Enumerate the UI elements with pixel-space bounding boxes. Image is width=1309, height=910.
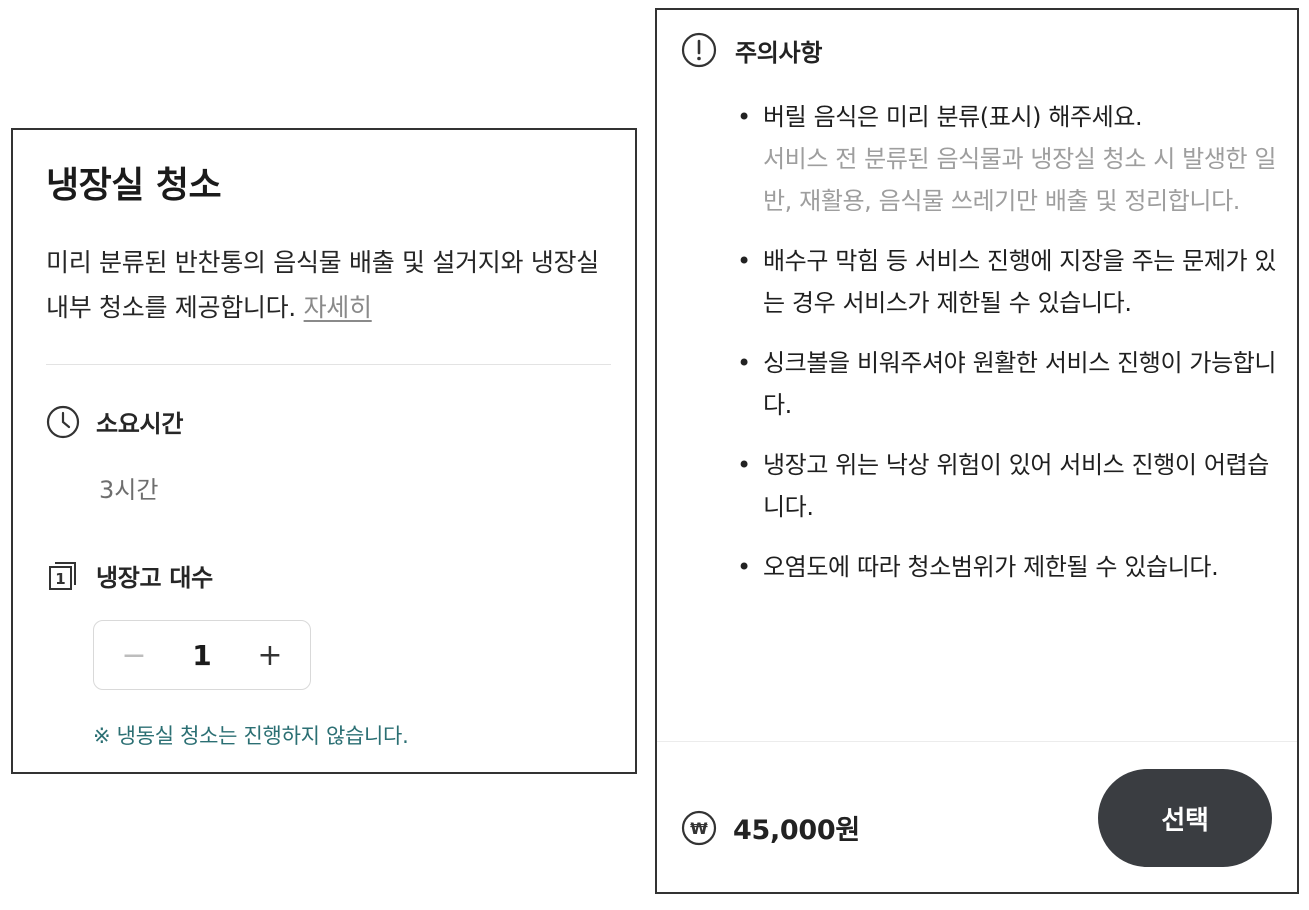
list-item: 버릴 음식은 미리 분류(표시) 해주세요. 서비스 전 분류된 음식물과 냉장… bbox=[737, 96, 1277, 222]
notice-list: 버릴 음식은 미리 분류(표시) 해주세요. 서비스 전 분류된 음식물과 냉장… bbox=[737, 96, 1277, 606]
divider bbox=[46, 364, 611, 365]
numbered-pages-icon: 1 bbox=[46, 559, 80, 593]
svg-text:1: 1 bbox=[55, 570, 65, 588]
duration-label-row: 소요시간 bbox=[46, 404, 183, 439]
more-details-link[interactable]: 자세히 bbox=[304, 293, 372, 322]
notice-item-text: 냉장고 위는 낙상 위험이 있어 서비스 진행이 어렵습니다. bbox=[763, 451, 1269, 521]
increment-button[interactable]: + bbox=[252, 637, 288, 673]
quantity-stepper: − 1 + bbox=[93, 620, 311, 690]
exclamation-circle-icon bbox=[681, 32, 717, 68]
fridge-count-label-row: 1 냉장고 대수 bbox=[46, 558, 213, 593]
service-detail-card: 냉장실 청소 미리 분류된 반찬통의 음식물 배출 및 설거지와 냉장실 내부 … bbox=[11, 128, 637, 774]
service-title: 냉장실 청소 bbox=[46, 165, 222, 206]
notice-item-text: 배수구 막힘 등 서비스 진행에 지장을 주는 문제가 있는 경우 서비스가 제… bbox=[763, 247, 1277, 317]
list-item: 오염도에 따라 청소범위가 제한될 수 있습니다. bbox=[737, 546, 1277, 588]
select-button[interactable]: 선택 bbox=[1098, 769, 1272, 867]
fridge-count-label: 냉장고 대수 bbox=[96, 564, 213, 592]
notice-item-text: 오염도에 따라 청소범위가 제한될 수 있습니다. bbox=[763, 553, 1219, 581]
notice-item-text: 싱크볼을 비워주셔야 원활한 서비스 진행이 가능합니다. bbox=[763, 349, 1277, 419]
duration-label: 소요시간 bbox=[96, 410, 184, 438]
price-row: ₩ 45,000원 bbox=[681, 808, 860, 847]
duration-value: 3시간 bbox=[99, 476, 159, 504]
notice-header: 주의사항 bbox=[681, 32, 822, 68]
decrement-button[interactable]: − bbox=[116, 637, 152, 673]
notice-panel: 주의사항 버릴 음식은 미리 분류(표시) 해주세요. 서비스 전 분류된 음식… bbox=[655, 8, 1299, 894]
won-circle-icon: ₩ bbox=[681, 810, 717, 846]
footer-divider bbox=[657, 741, 1297, 742]
list-item: 싱크볼을 비워주셔야 원활한 서비스 진행이 가능합니다. bbox=[737, 342, 1277, 426]
notice-item-subtext: 서비스 전 분류된 음식물과 냉장실 청소 시 발생한 일반, 재활용, 음식물… bbox=[763, 145, 1277, 215]
freezer-note: ※ 냉동실 청소는 진행하지 않습니다. bbox=[93, 724, 409, 748]
notice-item-text: 버릴 음식은 미리 분류(표시) 해주세요. bbox=[763, 103, 1143, 131]
clock-icon bbox=[46, 405, 80, 439]
notice-title: 주의사항 bbox=[735, 38, 823, 67]
list-item: 배수구 막힘 등 서비스 진행에 지장을 주는 문제가 있는 경우 서비스가 제… bbox=[737, 240, 1277, 324]
quantity-value: 1 bbox=[192, 638, 212, 672]
list-item: 냉장고 위는 낙상 위험이 있어 서비스 진행이 어렵습니다. bbox=[737, 444, 1277, 528]
svg-text:₩: ₩ bbox=[690, 819, 708, 838]
service-description: 미리 분류된 반찬통의 음식물 배출 및 설거지와 냉장실 내부 청소를 제공합… bbox=[46, 240, 621, 330]
price-amount: 45,000원 bbox=[733, 815, 860, 846]
